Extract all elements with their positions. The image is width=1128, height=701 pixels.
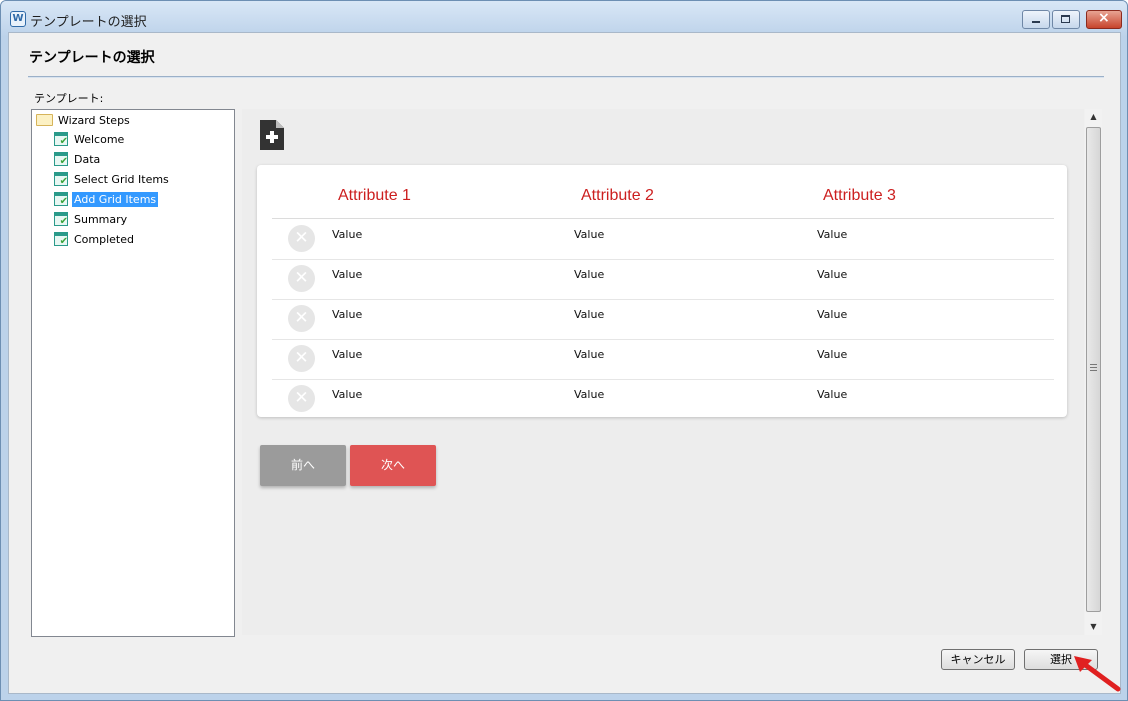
vertical-scrollbar[interactable]: ▲ ▼ <box>1085 109 1102 635</box>
tree-item-label: Summary <box>74 213 128 226</box>
step-check-icon: ✔ <box>54 192 68 207</box>
maximize-button[interactable] <box>1052 10 1080 29</box>
window-title: テンプレートの選択 <box>30 15 147 30</box>
step-check-icon: ✔ <box>54 212 68 227</box>
app-icon: W <box>10 11 26 27</box>
grip-icon <box>1090 364 1097 371</box>
close-icon: × <box>1098 10 1110 26</box>
scroll-thumb[interactable] <box>1086 127 1101 612</box>
table-row: ✕ Value Value Value <box>272 259 1054 300</box>
tree-item-select-grid-items[interactable]: ✔ Select Grid Items <box>54 171 171 189</box>
table-cell: Value <box>332 308 363 321</box>
dialog-heading: テンプレートの選択 <box>29 50 155 66</box>
tree-item-label: Welcome <box>74 133 125 146</box>
grid-card: Attribute 1 Attribute 2 Attribute 3 ✕ Va… <box>257 165 1067 417</box>
table-cell: Value <box>574 308 605 321</box>
tree-item-completed[interactable]: ✔ Completed <box>54 231 136 249</box>
tree-item-label: Add Grid Items <box>72 192 159 207</box>
tree-root-wizard-steps[interactable]: Wizard Steps <box>36 113 130 129</box>
dialog-window: W テンプレートの選択 × テンプレートの選択 テンプレート: Wizard S… <box>0 0 1128 701</box>
prev-button[interactable]: 前へ <box>260 445 346 486</box>
table-cell: Value <box>574 228 605 241</box>
step-check-icon: ✔ <box>54 152 68 167</box>
table-cell: Value <box>817 268 848 281</box>
scroll-up-arrow[interactable]: ▲ <box>1085 109 1102 125</box>
table-row: ✕ Value Value Value <box>272 339 1054 380</box>
preview-panel: Attribute 1 Attribute 2 Attribute 3 ✕ Va… <box>242 109 1084 635</box>
minimize-icon <box>1032 21 1040 23</box>
minimize-button[interactable] <box>1022 10 1050 29</box>
table-cell: Value <box>332 228 363 241</box>
tree-item-label: Completed <box>74 233 134 246</box>
table-row: ✕ Value Value Value <box>272 379 1054 419</box>
table-cell: Value <box>817 228 848 241</box>
delete-row-button[interactable]: ✕ <box>288 345 315 372</box>
template-tree-label: テンプレート: <box>34 92 104 105</box>
tree-root-label: Wizard Steps <box>58 114 130 127</box>
delete-row-button[interactable]: ✕ <box>288 225 315 252</box>
column-header-2: Attribute 2 <box>581 187 654 204</box>
scroll-down-arrow[interactable]: ▼ <box>1085 619 1102 635</box>
tree-item-data[interactable]: ✔ Data <box>54 151 102 169</box>
next-button[interactable]: 次へ <box>350 445 436 486</box>
delete-row-button[interactable]: ✕ <box>288 385 315 412</box>
heading-divider <box>28 76 1104 78</box>
cancel-button[interactable]: キャンセル <box>941 649 1015 670</box>
tree-item-label: Data <box>74 153 101 166</box>
table-cell: Value <box>332 388 363 401</box>
column-header-3: Attribute 3 <box>823 187 896 204</box>
delete-row-button[interactable]: ✕ <box>288 265 315 292</box>
close-button[interactable]: × <box>1086 10 1122 29</box>
step-check-icon: ✔ <box>54 132 68 147</box>
table-cell: Value <box>574 388 605 401</box>
delete-x-icon: ✕ <box>294 308 309 328</box>
table-cell: Value <box>817 308 848 321</box>
delete-row-button[interactable]: ✕ <box>288 305 315 332</box>
delete-x-icon: ✕ <box>294 388 309 408</box>
table-cell: Value <box>332 348 363 361</box>
table-row: ✕ Value Value Value <box>272 299 1054 340</box>
step-check-icon: ✔ <box>54 232 68 247</box>
step-check-icon: ✔ <box>54 172 68 187</box>
folder-icon <box>36 114 53 126</box>
column-header-1: Attribute 1 <box>338 187 411 204</box>
table-row: ✕ Value Value Value <box>272 219 1054 260</box>
delete-x-icon: ✕ <box>294 268 309 288</box>
tree-item-welcome[interactable]: ✔ Welcome <box>54 131 126 149</box>
table-cell: Value <box>574 348 605 361</box>
delete-x-icon: ✕ <box>294 228 309 248</box>
maximize-icon <box>1061 15 1070 23</box>
table-cell: Value <box>332 268 363 281</box>
table-cell: Value <box>817 388 848 401</box>
dialog-body: テンプレートの選択 テンプレート: Wizard Steps ✔ Welcome … <box>8 32 1121 694</box>
table-cell: Value <box>817 348 848 361</box>
delete-x-icon: ✕ <box>294 348 309 368</box>
tree-item-label: Select Grid Items <box>74 173 169 186</box>
tree-item-add-grid-items[interactable]: ✔ Add Grid Items <box>54 191 159 209</box>
template-tree[interactable]: Wizard Steps ✔ Welcome ✔ Data ✔ Select Grid… <box>31 109 235 637</box>
document-add-icon[interactable] <box>260 120 284 150</box>
table-cell: Value <box>574 268 605 281</box>
tree-item-summary[interactable]: ✔ Summary <box>54 211 129 229</box>
annotation-arrow-icon <box>1074 656 1121 692</box>
